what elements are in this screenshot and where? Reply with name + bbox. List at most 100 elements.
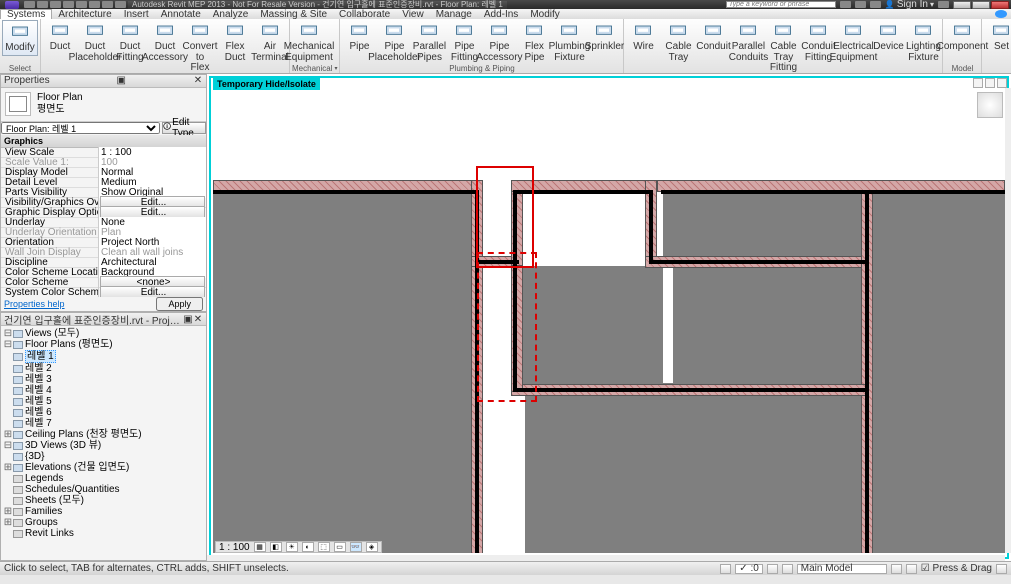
properties-help-link[interactable]: Properties help bbox=[4, 299, 65, 309]
drawing-canvas[interactable] bbox=[213, 88, 1005, 553]
tab-annotate[interactable]: Annotate bbox=[155, 9, 207, 19]
tree-node[interactable]: ⊞Elevations (건물 입면도) bbox=[3, 462, 204, 473]
tree-node[interactable]: 레벨 6 bbox=[3, 407, 204, 418]
view-scale-label[interactable]: 1 : 100 bbox=[219, 542, 250, 553]
ribbon-cursor-button[interactable]: Modify bbox=[2, 20, 38, 56]
sb-tab-icon[interactable] bbox=[996, 564, 1007, 574]
tree-node[interactable]: 레벨 3 bbox=[3, 374, 204, 385]
tree-node[interactable]: 레벨 5 bbox=[3, 396, 204, 407]
tab-massing-site[interactable]: Massing & Site bbox=[254, 9, 333, 19]
ribbon-elec-eq-button[interactable]: ElectricalEquipment bbox=[836, 20, 870, 64]
ribbon-duct-ph-button[interactable]: DuctPlaceholder bbox=[78, 20, 112, 64]
edit-type-button[interactable]: 🛈 Edit Type bbox=[162, 122, 206, 134]
ribbon-duct-button[interactable]: Duct bbox=[43, 20, 77, 54]
properties-close-icon[interactable]: ✕ bbox=[193, 75, 203, 86]
infocenter-help-icon[interactable] bbox=[995, 10, 1007, 18]
tree-twisty-icon[interactable]: ⊞ bbox=[3, 462, 13, 473]
tab-collaborate[interactable]: Collaborate bbox=[333, 9, 396, 19]
tree-node[interactable]: Sheets (모두) bbox=[3, 495, 204, 506]
ribbon-light-button[interactable]: LightingFixture bbox=[906, 20, 940, 64]
tree-node[interactable]: {3D} bbox=[3, 451, 204, 462]
prop-row[interactable]: System Color SchemesEdit... bbox=[1, 288, 206, 297]
detail-level-icon[interactable]: ▦ bbox=[254, 542, 266, 552]
window-minimize-button[interactable] bbox=[953, 1, 971, 9]
app-menu-button[interactable] bbox=[5, 1, 19, 9]
qat-undo-icon[interactable] bbox=[50, 1, 61, 8]
qat-measure-icon[interactable] bbox=[89, 1, 100, 8]
exchange-icon[interactable] bbox=[855, 1, 866, 8]
viewport-scrollbar-v[interactable] bbox=[1005, 88, 1011, 553]
tree-node[interactable]: 레벨 2 bbox=[3, 363, 204, 374]
tree-twisty-icon[interactable]: ⊞ bbox=[3, 517, 13, 528]
vp-close-icon[interactable] bbox=[997, 78, 1007, 88]
temp-hide-icon[interactable]: 👓 bbox=[350, 542, 362, 552]
ribbon-wire-button[interactable]: Wire bbox=[626, 20, 660, 54]
tree-node[interactable]: Legends bbox=[3, 473, 204, 484]
qat-sync-icon[interactable] bbox=[115, 1, 126, 8]
tab-add-ins[interactable]: Add-Ins bbox=[478, 9, 524, 19]
help-icon[interactable] bbox=[938, 1, 949, 8]
tree-node[interactable]: ⊟Views (모두) bbox=[3, 328, 204, 339]
tab-manage[interactable]: Manage bbox=[430, 9, 478, 19]
sb-worksets-icon[interactable] bbox=[782, 564, 793, 574]
tab-systems[interactable]: Systems bbox=[0, 9, 52, 19]
ribbon-pipe-ph-button[interactable]: PipePlaceholder bbox=[377, 20, 411, 64]
browser-close-icon[interactable]: ✕ bbox=[193, 314, 203, 325]
reveal-icon[interactable]: ◈ bbox=[366, 542, 378, 552]
ribbon-set-button[interactable]: Set bbox=[984, 20, 1011, 54]
ribbon-flex-button[interactable]: FlexDuct bbox=[218, 20, 252, 64]
ribbon-par-con-button[interactable]: ParallelConduits bbox=[731, 20, 765, 64]
ribbon-ctray-button[interactable]: CableTray bbox=[661, 20, 695, 64]
ribbon-duct-acc-button[interactable]: DuctAccessory bbox=[148, 20, 182, 64]
ribbon-plumb-button[interactable]: PlumbingFixture bbox=[552, 20, 586, 64]
tab-view[interactable]: View bbox=[396, 9, 430, 19]
sb-editable-icon[interactable] bbox=[767, 564, 778, 574]
subscription-icon[interactable] bbox=[840, 1, 851, 8]
shadows-icon[interactable]: ◐ bbox=[302, 542, 314, 552]
tree-node[interactable]: ⊞Families bbox=[3, 506, 204, 517]
favorite-icon[interactable] bbox=[870, 1, 881, 8]
tree-node[interactable]: ⊟Floor Plans (평면도) bbox=[3, 339, 204, 350]
properties-dock-icon[interactable]: ▣ bbox=[116, 75, 126, 86]
ribbon-air-term-button[interactable]: AirTerminal bbox=[253, 20, 287, 64]
sb-design-options-icon[interactable] bbox=[720, 564, 731, 574]
ribbon-conduit-button[interactable]: Conduit bbox=[696, 20, 730, 54]
tree-node[interactable]: Schedules/Quantities bbox=[3, 484, 204, 495]
ribbon-flex-pipe-button[interactable]: FlexPipe bbox=[517, 20, 551, 64]
tree-twisty-icon[interactable]: ⊟ bbox=[3, 440, 13, 451]
press-drag-toggle[interactable]: ☑ Press & Drag bbox=[921, 563, 992, 574]
prop-edit-button[interactable]: Edit... bbox=[100, 286, 205, 297]
window-maximize-button[interactable] bbox=[972, 1, 990, 9]
tab-insert[interactable]: Insert bbox=[118, 9, 155, 19]
window-close-button[interactable] bbox=[991, 1, 1009, 9]
tree-node[interactable]: ⊞Ceiling Plans (천장 평면도) bbox=[3, 429, 204, 440]
tree-twisty-icon[interactable]: ⊞ bbox=[3, 429, 13, 440]
apply-button[interactable]: Apply bbox=[156, 297, 203, 311]
browser-dock-icon[interactable]: ▣ bbox=[183, 314, 193, 325]
sun-path-icon[interactable]: ☀ bbox=[286, 542, 298, 552]
ribbon-par-pipe-button[interactable]: ParallelPipes bbox=[412, 20, 446, 64]
tree-node[interactable]: ⊞Groups bbox=[3, 517, 204, 528]
tree-node[interactable]: Revit Links bbox=[3, 528, 204, 539]
ribbon-device-button[interactable]: Device bbox=[871, 20, 905, 54]
tree-twisty-icon[interactable]: ⊟ bbox=[3, 328, 13, 339]
crop-view-icon[interactable]: ⬚ bbox=[318, 542, 330, 552]
tree-twisty-icon[interactable]: ⊟ bbox=[3, 339, 13, 350]
tree-twisty-icon[interactable]: ⊞ bbox=[3, 506, 13, 517]
tab-analyze[interactable]: Analyze bbox=[207, 9, 255, 19]
viewport-scrollbar-h[interactable] bbox=[207, 555, 1005, 561]
sb-workset-selector[interactable]: Main Model bbox=[797, 564, 887, 574]
qat-redo-icon[interactable] bbox=[63, 1, 74, 8]
tree-node[interactable]: 레벨 7 bbox=[3, 418, 204, 429]
ribbon-sprink-button[interactable]: Sprinkler bbox=[587, 20, 621, 54]
ribbon-ctray-fit-button[interactable]: Cable TrayFitting bbox=[766, 20, 800, 75]
tab-architecture[interactable]: Architecture bbox=[52, 9, 117, 19]
qat-align-icon[interactable] bbox=[102, 1, 113, 8]
crop-region-icon[interactable]: ▭ bbox=[334, 542, 346, 552]
vp-maximize-icon[interactable] bbox=[985, 78, 995, 88]
vp-home-icon[interactable] bbox=[973, 78, 983, 88]
tree-node[interactable]: 레벨 1 bbox=[3, 350, 204, 363]
qat-print-icon[interactable] bbox=[76, 1, 87, 8]
tree-node[interactable]: ⊟3D Views (3D 뷰) bbox=[3, 440, 204, 451]
tab-modify[interactable]: Modify bbox=[524, 9, 565, 19]
